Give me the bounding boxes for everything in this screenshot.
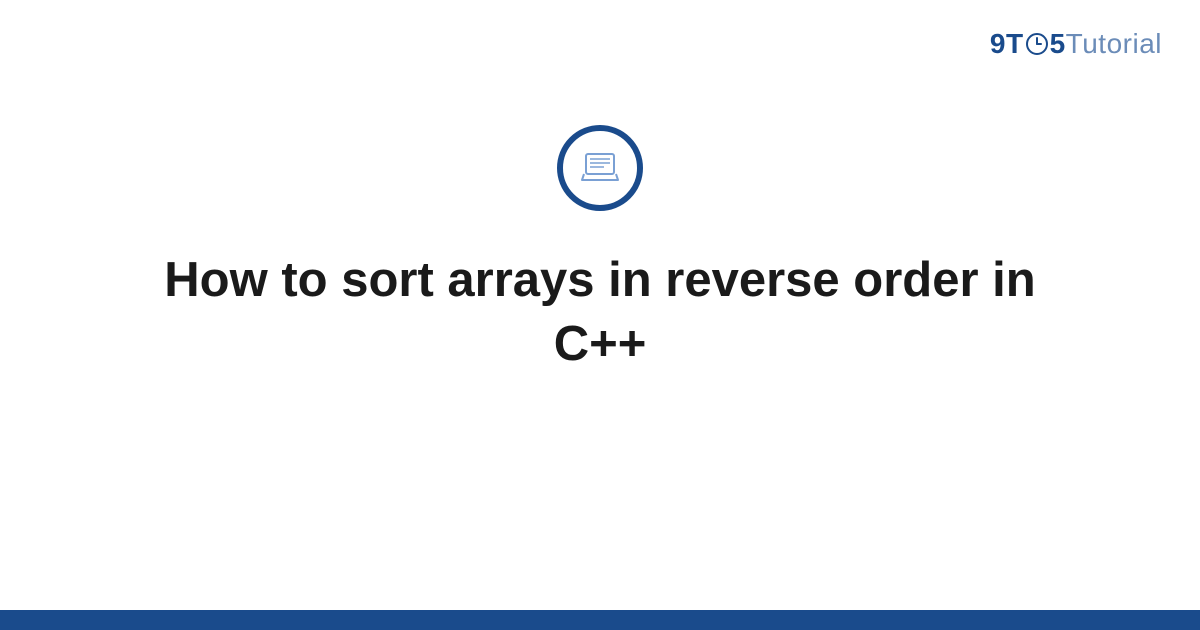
clock-icon	[1025, 32, 1049, 56]
laptop-icon	[576, 144, 624, 192]
bottom-accent-bar	[0, 610, 1200, 630]
laptop-icon-circle	[557, 125, 643, 211]
logo-text-5: 5	[1050, 28, 1066, 60]
logo-text-tutorial: Tutorial	[1066, 28, 1162, 60]
page-title: How to sort arrays in reverse order in C…	[100, 249, 1100, 376]
main-content: How to sort arrays in reverse order in C…	[0, 125, 1200, 376]
logo-text-9t: 9T	[990, 28, 1024, 60]
site-logo: 9T 5 Tutorial	[990, 28, 1162, 60]
